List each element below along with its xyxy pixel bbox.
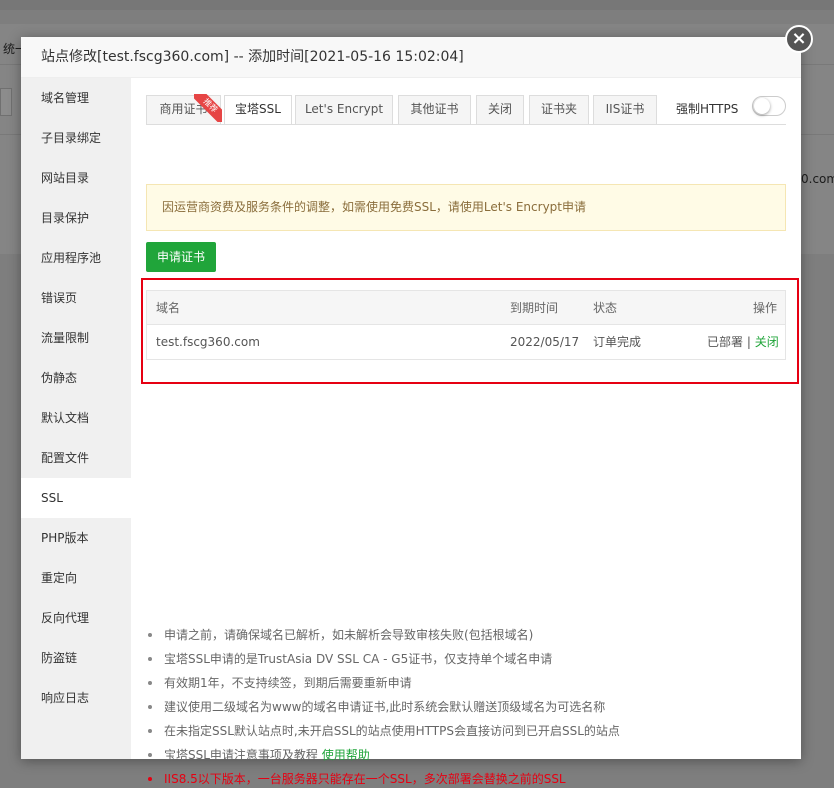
sidebar-item-error-page[interactable]: 错误页 xyxy=(21,278,131,318)
tips-list: 申请之前，请确保域名已解析，如未解析会导致审核失败(包括根域名) 宝塔SSL申请… xyxy=(146,623,796,788)
tab-iis-cert[interactable]: IIS证书 xyxy=(593,95,657,124)
tip-item-help: 宝塔SSL申请注意事项及教程 使用帮助 xyxy=(146,743,796,767)
sidebar-item-traffic-limit[interactable]: 流量限制 xyxy=(21,318,131,358)
sidebar-item-php-version[interactable]: PHP版本 xyxy=(21,518,131,558)
tab-close[interactable]: 关闭 xyxy=(476,95,524,124)
sidebar-item-rewrite[interactable]: 伪静态 xyxy=(21,358,131,398)
tab-commercial-cert[interactable]: 商用证书 推荐 xyxy=(146,94,222,124)
force-https-label: 强制HTTPS xyxy=(676,102,739,116)
tip-item: 建议使用二级域名为www的域名申请证书,此时系统会默认赠送顶级域名为可选名称 xyxy=(146,695,796,719)
recommend-ribbon: 推荐 xyxy=(194,94,222,122)
sidebar-nav: 域名管理 子目录绑定 网站目录 目录保护 应用程序池 错误页 流量限制 伪静态 … xyxy=(21,78,131,759)
sidebar-item-config-file[interactable]: 配置文件 xyxy=(21,438,131,478)
tip-item-warning: IIS8.5以下版本，一台服务器只能存在一个SSL，多次部署会替换之前的SSL xyxy=(146,767,796,788)
tip-item: 申请之前，请确保域名已解析，如未解析会导致审核失败(包括根域名) xyxy=(146,623,796,647)
ssl-content: 商用证书 推荐 宝塔SSL Let's Encrypt 其他证书 关闭 证书夹 … xyxy=(131,78,801,786)
tab-other-cert[interactable]: 其他证书 xyxy=(398,95,471,124)
sidebar-item-response-log[interactable]: 响应日志 xyxy=(21,678,131,718)
notice-text: 因运营商资费及服务条件的调整，如需使用免费SSL，请使用Let's Encryp… xyxy=(162,200,586,214)
modal-header: 站点修改[test.fscg360.com] -- 添加时间[2021-05-1… xyxy=(21,37,801,78)
tab-cert-folder[interactable]: 证书夹 xyxy=(529,95,589,124)
help-link[interactable]: 使用帮助 xyxy=(322,748,370,762)
sidebar-item-reverse-proxy[interactable]: 反向代理 xyxy=(21,598,131,638)
sidebar-item-domain[interactable]: 域名管理 xyxy=(21,78,131,118)
tip-help-text: 宝塔SSL申请注意事项及教程 xyxy=(164,748,318,762)
sidebar-item-default-doc[interactable]: 默认文档 xyxy=(21,398,131,438)
sidebar-item-dir-protect[interactable]: 目录保护 xyxy=(21,198,131,238)
tip-item: 有效期1年，不支持续签，到期后需要重新申请 xyxy=(146,671,796,695)
apply-cert-button[interactable]: 申请证书 xyxy=(146,242,216,272)
sidebar-item-ssl[interactable]: SSL xyxy=(21,478,131,518)
tab-lets-encrypt[interactable]: Let's Encrypt xyxy=(295,95,393,124)
tabs-divider xyxy=(146,124,786,125)
tip-item: 在未指定SSL默认站点时,未开启SSL的站点使用HTTPS会直接访问到已开启SS… xyxy=(146,719,796,743)
highlight-annotation-box xyxy=(141,278,799,384)
sidebar-item-site-dir[interactable]: 网站目录 xyxy=(21,158,131,198)
sidebar-item-subdir-binding[interactable]: 子目录绑定 xyxy=(21,118,131,158)
sidebar-item-app-pool[interactable]: 应用程序池 xyxy=(21,238,131,278)
site-edit-modal: 站点修改[test.fscg360.com] -- 添加时间[2021-05-1… xyxy=(21,37,801,786)
close-icon: × xyxy=(791,28,807,49)
close-modal-button[interactable]: × xyxy=(785,25,813,53)
sidebar-item-hotlink[interactable]: 防盗链 xyxy=(21,638,131,678)
force-https-toggle[interactable] xyxy=(752,96,786,116)
tab-bt-ssl[interactable]: 宝塔SSL xyxy=(224,95,292,125)
toggle-knob xyxy=(754,98,770,114)
modal-title: 站点修改[test.fscg360.com] -- 添加时间[2021-05-1… xyxy=(41,49,464,65)
tip-item: 宝塔SSL申请的是TrustAsia DV SSL CA - G5证书，仅支持单… xyxy=(146,647,796,671)
sidebar-item-redirect[interactable]: 重定向 xyxy=(21,558,131,598)
notice-banner: 因运营商资费及服务条件的调整，如需使用免费SSL，请使用Let's Encryp… xyxy=(146,184,786,231)
